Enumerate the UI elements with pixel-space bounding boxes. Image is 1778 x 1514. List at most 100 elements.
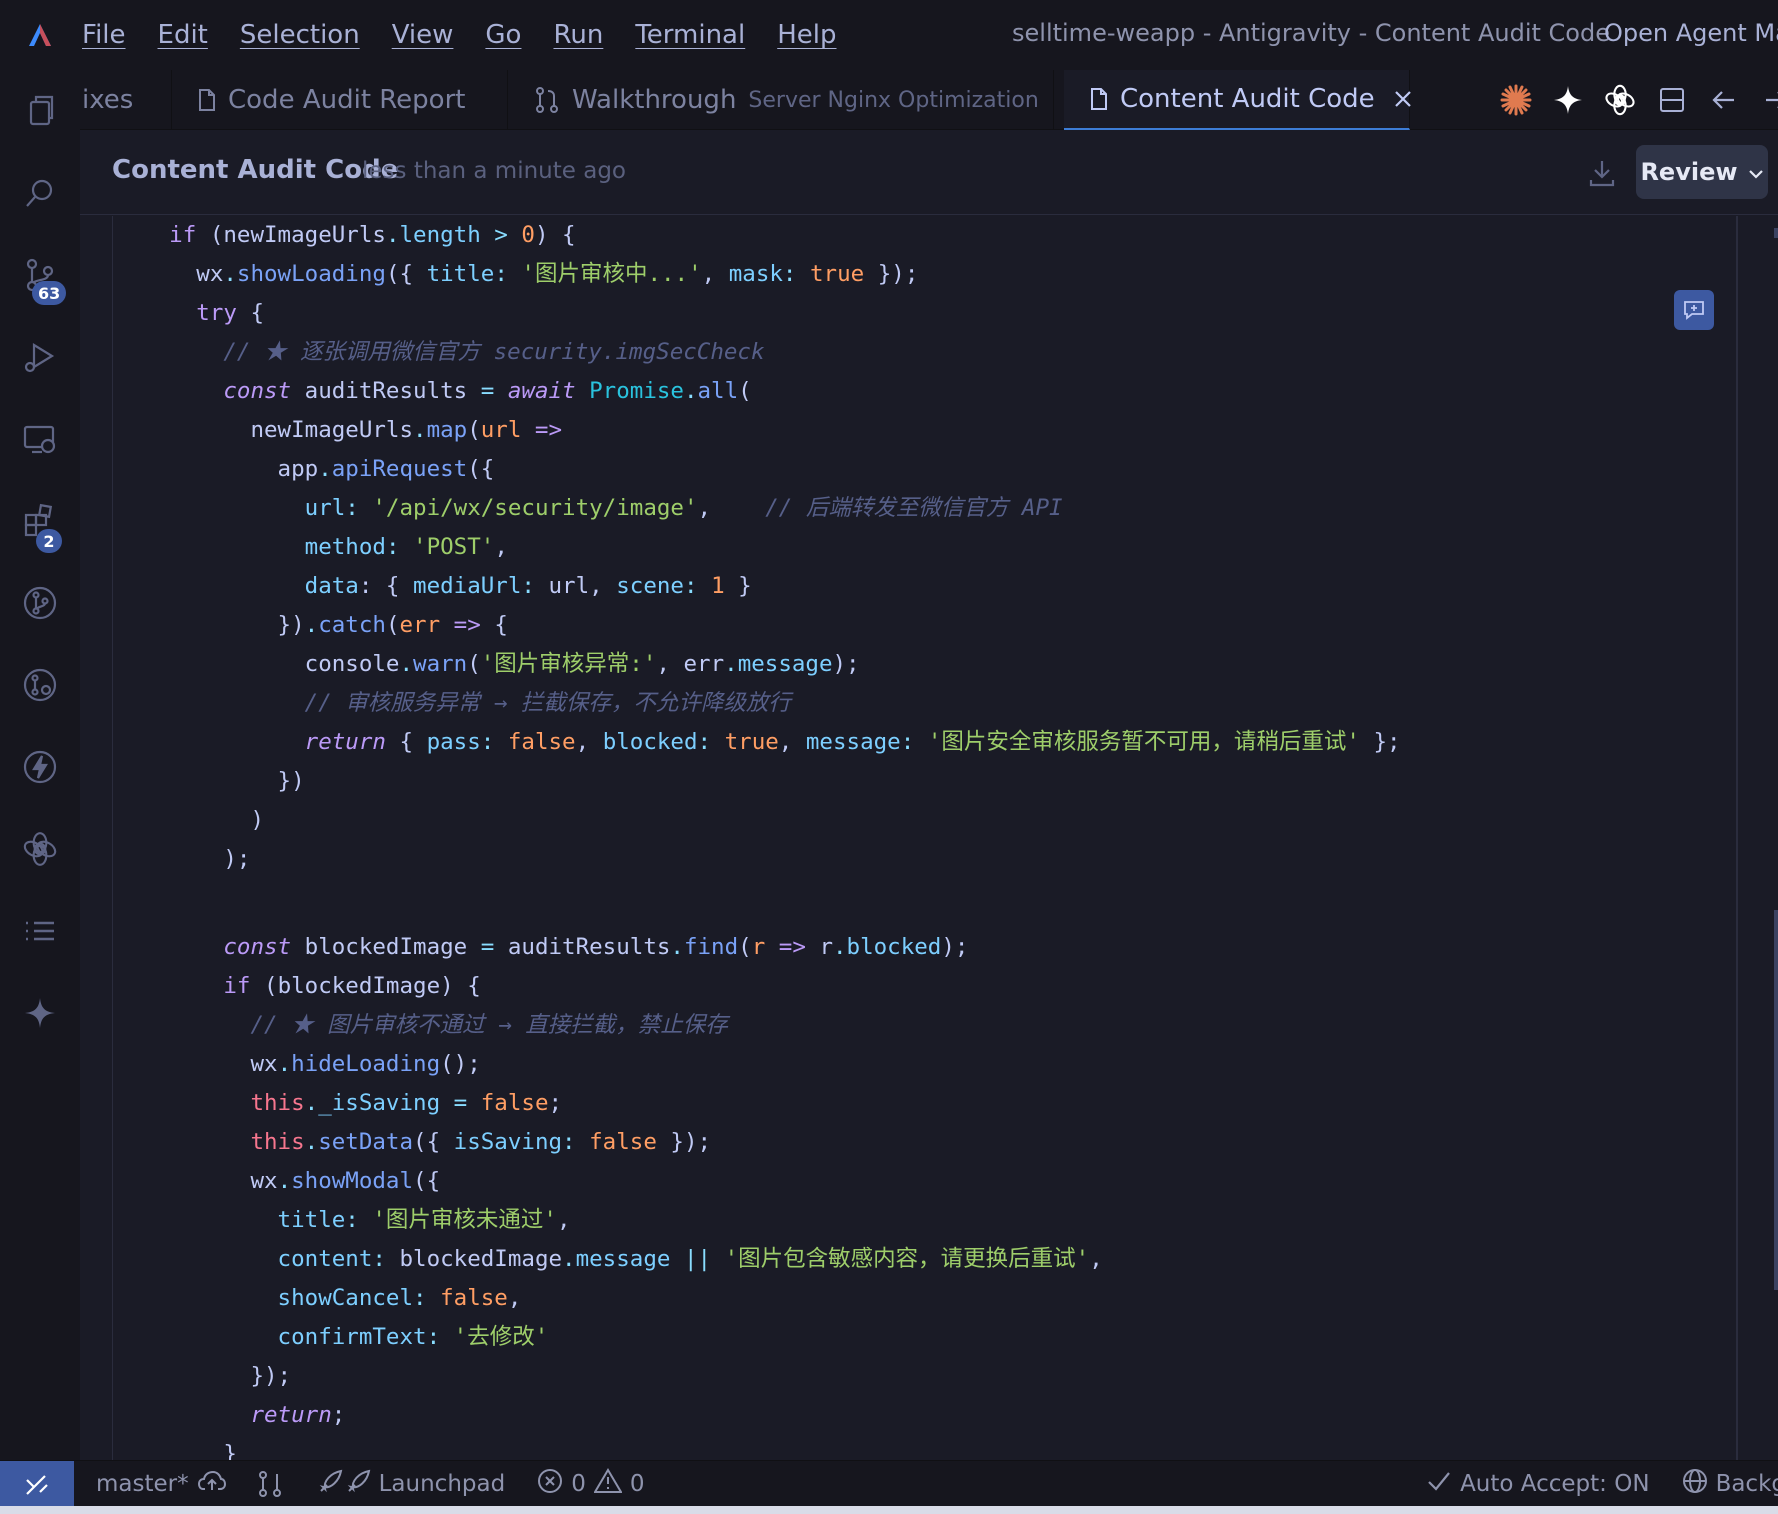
code-token: warn — [413, 651, 468, 677]
menu-edit[interactable]: Edit — [158, 20, 208, 50]
code-token: || — [670, 1246, 725, 1272]
code-token: blocked — [602, 729, 698, 755]
code-token: showModal — [291, 1168, 414, 1194]
code-token: }; — [1359, 729, 1401, 755]
problems-status[interactable]: 0 0 — [537, 1467, 644, 1500]
code-token: '图片审核未通过' — [372, 1207, 557, 1233]
code-token: ( — [250, 973, 278, 999]
tab-content-audit-code[interactable]: Content Audit Code — [1064, 70, 1413, 130]
menu-selection[interactable]: Selection — [240, 20, 360, 50]
remote-explorer-icon[interactable] — [0, 404, 80, 474]
background-status[interactable]: Backg — [1682, 1468, 1778, 1500]
chatgpt-icon[interactable] — [1594, 83, 1646, 117]
git-compare-icon[interactable] — [257, 1470, 283, 1498]
code-token: } — [724, 573, 752, 599]
openai-icon[interactable] — [0, 814, 80, 884]
task-list-icon[interactable] — [0, 896, 80, 966]
explorer-icon[interactable] — [0, 75, 80, 145]
chevron-down-icon — [1748, 158, 1764, 186]
rocket-icon — [317, 1467, 371, 1501]
code-token: ({ — [467, 456, 495, 482]
code-token: . — [399, 651, 414, 677]
tab-bar: ixes Code Audit Report Walkthrough Serve… — [80, 70, 1778, 130]
code-token: wx — [115, 1168, 278, 1194]
arrow-left-icon[interactable] — [1698, 86, 1750, 114]
tab-label: ixes — [82, 85, 134, 115]
code-line: // ★ 逐张调用微信官方 security.imgSecCheck — [115, 333, 1401, 372]
code-token: , — [1089, 1246, 1103, 1272]
lightning-icon[interactable] — [0, 732, 80, 802]
auto-accept-toggle[interactable]: Auto Accept: ON — [1426, 1469, 1650, 1499]
code-token: all — [697, 378, 739, 404]
split-editor-icon[interactable] — [1646, 86, 1698, 114]
download-icon[interactable] — [1582, 153, 1622, 193]
code-token: if — [115, 222, 210, 248]
code-token: wx — [115, 261, 224, 287]
code-token: : — [426, 1324, 454, 1350]
code-editor[interactable]: if (newImageUrls.length > 0) { wx.showLo… — [80, 216, 1738, 1460]
add-comment-icon[interactable] — [1674, 290, 1714, 330]
editor-header: Content Audit Code less than a minute ag… — [80, 131, 1778, 215]
tab-walkthrough[interactable]: Walkthrough Server Nginx Optimization — [508, 70, 1054, 130]
arrow-right-icon[interactable] — [1750, 86, 1778, 114]
code-token: , — [575, 729, 603, 755]
branch-status[interactable]: master* — [96, 1469, 227, 1499]
code-token: } — [115, 1441, 237, 1460]
code-token: hideLoading — [291, 1051, 441, 1077]
tab-fixes[interactable]: ixes — [80, 70, 172, 130]
code-token: ( — [385, 612, 400, 638]
extensions-icon[interactable]: 2 — [0, 486, 80, 556]
menu-help[interactable]: Help — [777, 20, 836, 50]
code-token: url — [480, 417, 522, 443]
code-token: (); — [440, 1051, 481, 1077]
menu-terminal[interactable]: Terminal — [635, 20, 745, 50]
search-icon[interactable] — [0, 158, 80, 228]
code-token: ); — [832, 651, 860, 677]
tab-code-audit-report[interactable]: Code Audit Report — [172, 70, 508, 130]
tab-label: Walkthrough — [572, 85, 737, 115]
code-token: , — [556, 1207, 571, 1233]
review-button[interactable]: Review — [1636, 145, 1768, 199]
gemini-sparkle-icon[interactable] — [1542, 85, 1594, 115]
source-control-icon[interactable]: 63 — [0, 240, 80, 310]
code-token: '图片审核异常:' — [480, 651, 657, 677]
code-token: false — [589, 1129, 657, 1155]
code-token: url — [548, 573, 590, 599]
activity-bar: 63 2 — [0, 70, 80, 1460]
review-label: Review — [1640, 158, 1738, 186]
code-token: return — [115, 729, 386, 755]
menu-file[interactable]: File — [82, 20, 126, 50]
code-line: } — [115, 1435, 1401, 1460]
menu-go[interactable]: Go — [485, 20, 521, 50]
run-debug-icon[interactable] — [0, 322, 80, 392]
code-token: r — [819, 934, 833, 960]
close-tab-icon[interactable] — [1393, 89, 1413, 109]
gitlens-icon[interactable] — [0, 650, 80, 720]
menu-view[interactable]: View — [392, 20, 454, 50]
menu-run[interactable]: Run — [553, 20, 603, 50]
code-token: true — [810, 261, 865, 287]
code-token: . — [562, 1246, 576, 1272]
code-content[interactable]: if (newImageUrls.length > 0) { wx.showLo… — [115, 216, 1401, 1460]
code-token: 1 — [711, 573, 725, 599]
code-token: // 审核服务异常 → 拦截保存，不允许降级放行 — [115, 690, 791, 716]
code-token: showCancel — [115, 1285, 414, 1311]
code-token: true — [724, 729, 779, 755]
remote-indicator-icon[interactable] — [0, 1460, 74, 1507]
claude-icon[interactable] — [1490, 83, 1542, 117]
launchpad-button[interactable]: Launchpad — [317, 1467, 505, 1501]
code-line: newImageUrls.map(url => — [115, 411, 1401, 450]
code-token: , — [589, 573, 617, 599]
git-graph-icon[interactable] — [0, 568, 80, 638]
code-token: : — [683, 573, 712, 599]
code-token: 0 — [521, 222, 535, 248]
code-token: url — [115, 495, 346, 521]
code-token: confirmText — [115, 1324, 427, 1350]
open-agent-manager-button[interactable]: Open Agent Mar — [1604, 19, 1778, 47]
sparkle-icon[interactable] — [0, 978, 80, 1048]
code-token: }); — [864, 261, 919, 287]
code-token: const — [115, 934, 292, 960]
code-token: { — [385, 729, 427, 755]
scrollbar-thumb[interactable] — [1774, 910, 1778, 1290]
